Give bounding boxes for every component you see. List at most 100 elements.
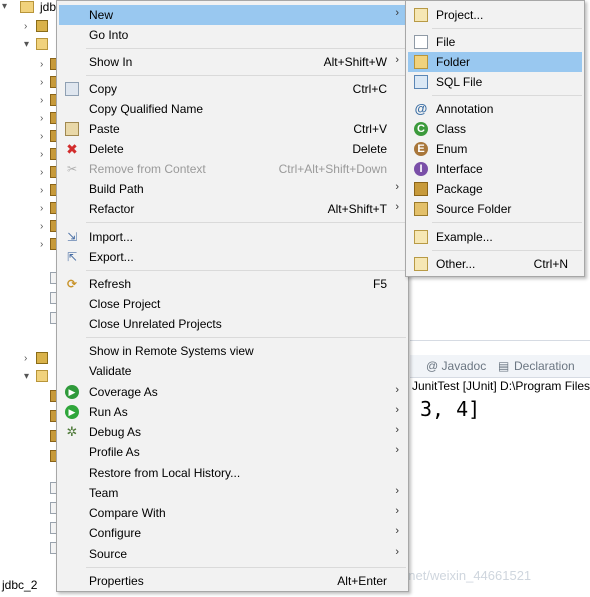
submenu-item-source-folder[interactable]: Source Folder [408, 199, 582, 219]
tab-javadoc[interactable]: @ Javadoc [426, 359, 486, 373]
menu-item-run-as[interactable]: ▶ Run As › [59, 402, 406, 422]
menu-item-show-in[interactable]: Show In Alt+Shift+W › [59, 52, 406, 72]
submenu-item-other[interactable]: Other... Ctrl+N [408, 254, 582, 274]
submenu-item-enum[interactable]: E Enum [408, 139, 582, 159]
submenu-item-sql-file[interactable]: SQL File [408, 72, 582, 92]
menu-item-go-into[interactable]: Go Into [59, 25, 406, 45]
menu-item-refresh[interactable]: ⟳ Refresh F5 [59, 274, 406, 294]
menu-item-refactor[interactable]: Refactor Alt+Shift+T › [59, 199, 406, 219]
tab-declaration[interactable]: Declaration [514, 359, 575, 373]
tree-row[interactable] [0, 500, 62, 518]
collapsed-arrow-icon[interactable]: › [24, 353, 27, 364]
menu-item-export[interactable]: ⇱ Export... [59, 247, 406, 267]
refresh-icon: ⟳ [66, 277, 78, 291]
shortcut-label: Alt+Shift+W [323, 55, 387, 69]
menu-item-build-path[interactable]: Build Path › [59, 179, 406, 199]
tree-row[interactable] [0, 408, 62, 426]
tree-row[interactable]: › [0, 200, 62, 218]
tree-row[interactable]: › [0, 128, 62, 146]
menu-item-validate[interactable]: Validate [59, 361, 406, 381]
submenu-item-interface[interactable]: I Interface [408, 159, 582, 179]
collapsed-arrow-icon[interactable]: › [40, 149, 43, 160]
new-project-icon [414, 8, 428, 22]
submenu-item-project[interactable]: Project... [408, 5, 582, 25]
collapsed-arrow-icon[interactable]: › [40, 239, 43, 250]
tree-row[interactable]: › [0, 56, 62, 74]
project-icon [20, 1, 34, 13]
menu-item-show-in-remote-systems[interactable]: Show in Remote Systems view [59, 341, 406, 361]
tree-row[interactable] [0, 448, 62, 466]
tree-row[interactable]: ▾ [0, 368, 60, 386]
menu-item-coverage-as[interactable]: ▶ Coverage As › [59, 382, 406, 402]
tree-row[interactable] [0, 428, 62, 446]
menu-item-label: Refactor [89, 202, 135, 216]
menu-item-configure[interactable]: Configure › [59, 523, 406, 543]
collapsed-arrow-icon[interactable]: › [40, 113, 43, 124]
run-icon: ▶ [65, 405, 79, 419]
submenu-item-annotation[interactable]: @ Annotation [408, 99, 582, 119]
submenu-arrow-icon: › [395, 424, 399, 436]
menu-item-delete[interactable]: ✖ Delete Delete [59, 139, 406, 159]
menu-item-source[interactable]: Source › [59, 544, 406, 564]
new-folder-icon [414, 55, 428, 69]
menu-item-team[interactable]: Team › [59, 483, 406, 503]
collapsed-arrow-icon[interactable]: › [24, 21, 27, 32]
tree-row[interactable]: › [0, 164, 62, 182]
source-folder-icon [414, 202, 428, 216]
tree-row[interactable]: › [0, 350, 60, 368]
menu-item-debug-as[interactable]: ✲ Debug As › [59, 422, 406, 442]
collapsed-arrow-icon[interactable]: › [40, 95, 43, 106]
collapsed-arrow-icon[interactable]: › [40, 59, 43, 70]
expanded-arrow-icon[interactable]: ▾ [24, 39, 29, 50]
menu-item-remove-from-context[interactable]: ✂ Remove from Context Ctrl+Alt+Shift+Dow… [59, 159, 406, 179]
submenu-item-label: Class [436, 122, 467, 136]
menu-separator [86, 48, 406, 49]
tree-row[interactable] [0, 520, 62, 538]
tree-row[interactable]: › [0, 146, 62, 164]
collapsed-arrow-icon[interactable]: › [40, 167, 43, 178]
tree-row[interactable]: › [0, 74, 62, 92]
menu-separator [86, 222, 406, 223]
tree-row[interactable] [0, 270, 62, 288]
submenu-item-file[interactable]: File [408, 32, 582, 52]
collapsed-arrow-icon[interactable]: › [40, 185, 43, 196]
menu-item-new[interactable]: New › [59, 5, 406, 25]
collapsed-arrow-icon[interactable]: › [40, 221, 43, 232]
collapsed-arrow-icon[interactable]: › [40, 77, 43, 88]
submenu-item-class[interactable]: C Class [408, 119, 582, 139]
tree-row[interactable]: › [0, 236, 62, 254]
project-label[interactable]: jdb [40, 0, 56, 14]
submenu-item-example[interactable]: Example... [408, 227, 582, 247]
menu-item-close-unrelated-projects[interactable]: Close Unrelated Projects [59, 314, 406, 334]
menu-item-profile-as[interactable]: Profile As › [59, 442, 406, 462]
tree-row[interactable]: › [0, 18, 60, 36]
submenu-item-folder[interactable]: Folder [408, 52, 582, 72]
menu-item-copy[interactable]: Copy Ctrl+C [59, 79, 406, 99]
tree-row[interactable] [0, 480, 62, 498]
menu-item-copy-qualified-name[interactable]: Copy Qualified Name [59, 99, 406, 119]
collapsed-arrow-icon[interactable]: › [40, 203, 43, 214]
menu-item-paste[interactable]: Paste Ctrl+V [59, 119, 406, 139]
menu-item-restore-local-history[interactable]: Restore from Local History... [59, 463, 406, 483]
menu-item-label: Compare With [89, 506, 166, 520]
expand-arrow-icon[interactable]: ▾ [2, 1, 7, 12]
tree-row[interactable]: › [0, 182, 62, 200]
tree-row[interactable]: ▾ [0, 36, 60, 54]
expanded-arrow-icon[interactable]: ▾ [24, 371, 29, 382]
tree-row[interactable]: › [0, 110, 62, 128]
menu-item-compare-with[interactable]: Compare With › [59, 503, 406, 523]
collapsed-arrow-icon[interactable]: › [40, 131, 43, 142]
tree-row[interactable]: › [0, 218, 62, 236]
tree-row[interactable] [0, 310, 62, 328]
tree-row[interactable] [0, 540, 62, 558]
submenu-item-label: SQL File [436, 75, 483, 89]
menu-item-close-project[interactable]: Close Project [59, 294, 406, 314]
tree-row[interactable] [0, 290, 62, 308]
menu-item-import[interactable]: ⇲ Import... [59, 227, 406, 247]
menu-item-label: Delete [89, 142, 124, 156]
tree-row[interactable] [0, 388, 62, 406]
tree-row[interactable]: › [0, 92, 62, 110]
menu-item-properties[interactable]: Properties Alt+Enter [59, 571, 406, 591]
submenu-item-package[interactable]: Package [408, 179, 582, 199]
shortcut-label: Ctrl+V [353, 122, 387, 136]
